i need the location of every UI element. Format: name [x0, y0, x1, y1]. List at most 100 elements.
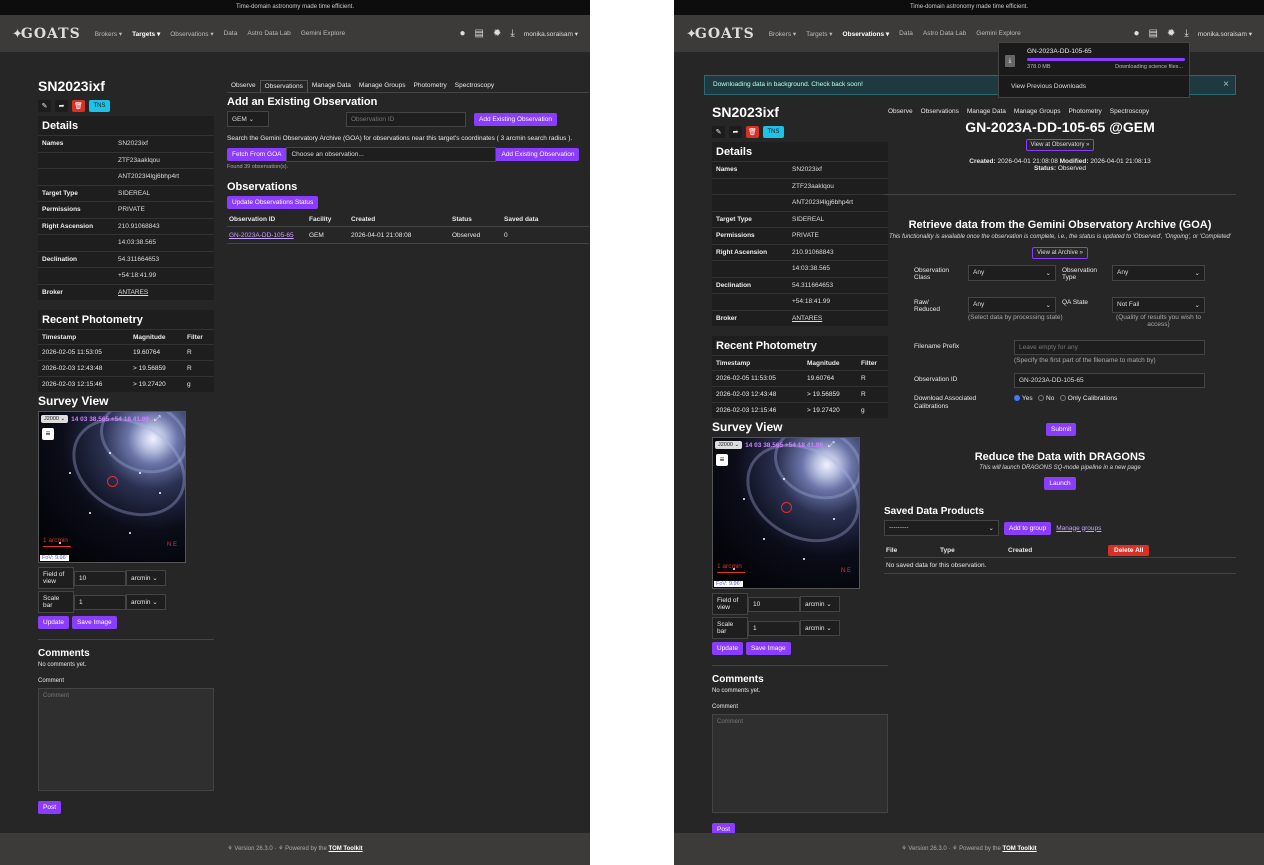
view-observatory-button[interactable]: View at Observatory » [1025, 139, 1095, 151]
delete-all-button[interactable]: Delete All [1108, 545, 1150, 556]
download-icon[interactable]: ⤓ [510, 28, 514, 39]
raw-reduced-select[interactable]: Any ⌄ [968, 297, 1056, 313]
radio-no[interactable] [1038, 395, 1045, 402]
tab-manage-data[interactable]: Manage Data [963, 106, 1010, 117]
fetch-goa-button[interactable]: Fetch From GOA [227, 148, 287, 161]
tab-photometry[interactable]: Photometry [410, 80, 451, 92]
nav-brokers[interactable]: Brokers ▾ [95, 30, 122, 38]
calibrations-radio[interactable]: Yes No Only Calibrations [1014, 395, 1117, 402]
delete-icon[interactable]: 🗑 [72, 100, 85, 112]
sky-image[interactable]: J2000 ⌄ 14 03 38.565 +54 18 41.99 ⤢ ≡ 1 ar… [712, 437, 860, 589]
github-icon[interactable]: ● [1133, 28, 1139, 39]
submit-button[interactable]: Submit [1046, 423, 1077, 436]
tns-button[interactable]: TNS [763, 126, 784, 138]
layers-icon[interactable]: ≡ [42, 428, 54, 440]
nav-gemini-explore[interactable]: Gemini Explore [301, 30, 345, 37]
tab-spectroscopy[interactable]: Spectroscopy [1106, 106, 1153, 117]
tab-observe[interactable]: Observe [227, 80, 260, 92]
comment-textarea[interactable]: Comment [712, 714, 888, 813]
comments-title: Comments [712, 674, 764, 685]
share-icon[interactable]: ➦ [55, 100, 68, 112]
add-to-group-button[interactable]: Add to group [1004, 521, 1052, 535]
tom-toolkit-link[interactable]: TOM Toolkit [329, 846, 363, 852]
update-button[interactable]: Update [712, 642, 743, 655]
tom-toolkit-link[interactable]: TOM Toolkit [1003, 846, 1037, 852]
theme-icon[interactable]: ✹ [493, 28, 501, 39]
view-previous-downloads[interactable]: View Previous Downloads [1011, 83, 1086, 90]
fov-input[interactable]: 10 [748, 596, 800, 612]
nav-data[interactable]: Data [224, 30, 238, 37]
nav-targets[interactable]: Targets ▾ [806, 30, 832, 38]
update-button[interactable]: Update [38, 616, 69, 629]
nav-targets[interactable]: Targets ▾ [132, 30, 160, 38]
fullscreen-icon[interactable]: ⤢ [154, 414, 160, 424]
view-archive-button[interactable]: View at Archive » [1032, 247, 1088, 259]
close-icon[interactable]: × [1223, 76, 1229, 94]
sky-image[interactable]: J2000 ⌄ 14 03 38.565 +54 18 41.99 ⤢ ≡ 1 ar… [38, 411, 186, 563]
logo[interactable]: ✦ GOATS [12, 26, 81, 42]
fov-unit-select[interactable]: arcmin ⌄ [800, 596, 840, 612]
edit-icon[interactable]: ✎ [712, 126, 725, 138]
observation-link[interactable]: GN-2023A-DD-105-65 [227, 232, 309, 239]
tab-manage-groups[interactable]: Manage Groups [1010, 106, 1065, 117]
tab-photometry[interactable]: Photometry [1065, 106, 1106, 117]
user-menu[interactable]: monika.soraisam ▾ [524, 30, 578, 38]
tab-spectroscopy[interactable]: Spectroscopy [451, 80, 498, 92]
broker-link[interactable]: ANTARES [792, 315, 822, 322]
observation-id-input[interactable]: Observation ID [346, 111, 466, 127]
docs-icon[interactable]: ▤ [1149, 28, 1158, 39]
share-icon[interactable]: ➦ [729, 126, 742, 138]
add-existing-observation-button[interactable]: Add Existing Observation [474, 112, 557, 126]
sb-unit-select[interactable]: arcmin ⌄ [800, 620, 840, 636]
radio-only-calibrations[interactable] [1059, 395, 1066, 402]
radio-yes[interactable] [1014, 395, 1020, 402]
nav-data[interactable]: Data [899, 30, 913, 37]
tab-manage-data[interactable]: Manage Data [308, 80, 355, 92]
nav-astro-data-lab[interactable]: Astro Data Lab [923, 30, 966, 37]
sb-input[interactable]: 1 [74, 594, 126, 610]
nav-brokers[interactable]: Brokers ▾ [769, 30, 796, 38]
theme-icon[interactable]: ✹ [1167, 28, 1175, 39]
fullscreen-icon[interactable]: ⤢ [828, 440, 834, 450]
nav-observations[interactable]: Observations ▾ [843, 30, 890, 38]
group-select[interactable]: --------- ⌄ [884, 520, 999, 536]
manage-groups-link[interactable]: Manage groups [1056, 525, 1101, 532]
layers-icon[interactable]: ≡ [716, 454, 728, 466]
logo[interactable]: ✦ GOATS [686, 26, 755, 42]
qa-state-select[interactable]: Not Fail ⌄ [1112, 297, 1205, 313]
user-menu[interactable]: monika.soraisam ▾ [1198, 30, 1252, 38]
delete-icon[interactable]: 🗑 [746, 126, 759, 138]
broker-link[interactable]: ANTARES [118, 289, 148, 296]
github-icon[interactable]: ● [459, 28, 465, 39]
nav-observations[interactable]: Observations ▾ [170, 30, 213, 38]
tab-observations[interactable]: Observations [917, 106, 963, 117]
observation-id-field[interactable]: GN-2023A-DD-105-65 [1014, 373, 1205, 388]
nav-astro-data-lab[interactable]: Astro Data Lab [247, 30, 290, 37]
filename-prefix-input[interactable]: Leave empty for any [1014, 340, 1205, 355]
nav-gemini-explore[interactable]: Gemini Explore [976, 30, 1020, 37]
fov-unit-select[interactable]: arcmin ⌄ [126, 570, 166, 586]
fov-input[interactable]: 10 [74, 570, 126, 586]
facility-select[interactable]: GEM ⌄ [227, 111, 269, 127]
comment-textarea[interactable]: Comment [38, 688, 214, 791]
tab-observe[interactable]: Observe [884, 106, 917, 117]
frame-select[interactable]: J2000 ⌄ [41, 415, 69, 423]
frame-select[interactable]: J2000 ⌄ [715, 441, 743, 449]
download-icon[interactable]: ⤓ [1184, 28, 1188, 39]
observation-type-select[interactable]: Any ⌄ [1112, 265, 1205, 281]
docs-icon[interactable]: ▤ [475, 28, 484, 39]
tab-manage-groups[interactable]: Manage Groups [355, 80, 410, 92]
sb-unit-select[interactable]: arcmin ⌄ [126, 594, 166, 610]
tab-observations[interactable]: Observations [259, 80, 308, 92]
sb-input[interactable]: 1 [748, 620, 800, 636]
save-image-button[interactable]: Save Image [745, 642, 791, 655]
add-existing-observation-button-2[interactable]: Add Existing Observation [496, 148, 580, 161]
post-button[interactable]: Post [38, 801, 62, 814]
choose-observation-select[interactable]: Choose an observation... [286, 147, 497, 162]
observation-class-select[interactable]: Any ⌄ [968, 265, 1056, 281]
edit-icon[interactable]: ✎ [38, 100, 51, 112]
launch-button[interactable]: Launch [1044, 477, 1076, 490]
save-image-button[interactable]: Save Image [71, 616, 117, 629]
tns-button[interactable]: TNS [89, 100, 110, 112]
update-status-button[interactable]: Update Observations Status [227, 196, 319, 209]
